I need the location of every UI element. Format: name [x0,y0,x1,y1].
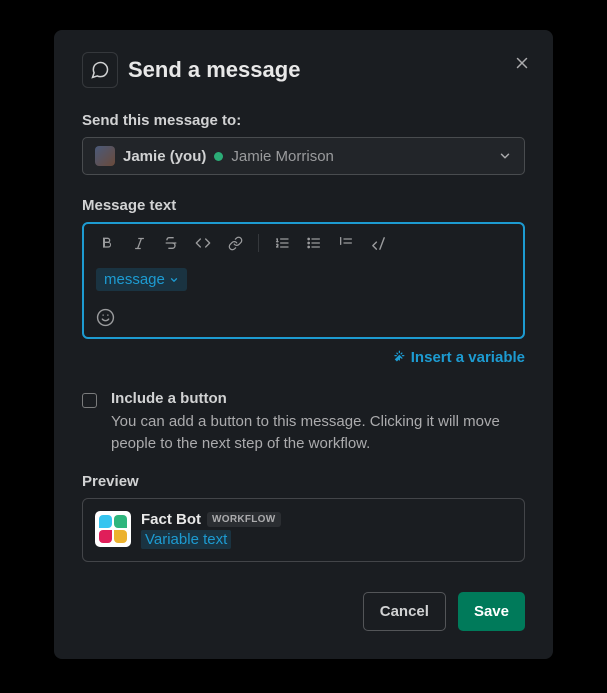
strikethrough-button[interactable] [156,228,186,258]
ordered-list-button[interactable] [267,228,297,258]
message-editor: message [82,222,525,339]
bot-avatar-icon [95,511,131,547]
italic-button[interactable] [124,228,154,258]
variable-chip-label: message [104,271,165,288]
chevron-down-icon [169,275,179,285]
emoji-button[interactable] [96,308,511,327]
recipient-display-name: Jamie (you) [123,148,206,165]
workflow-badge: WORKFLOW [207,512,281,527]
code-block-button[interactable] [363,228,393,258]
recipient-selector[interactable]: Jamie (you) Jamie Morrison [82,137,525,175]
bullet-list-button[interactable] [299,228,329,258]
preview-variable-text: Variable text [141,530,231,549]
footer-buttons: Cancel Save [82,592,525,631]
chevron-down-icon [498,149,512,163]
presence-active-icon [214,152,223,161]
variable-chip[interactable]: message [96,268,187,291]
message-text-label: Message text [82,197,525,214]
cancel-button[interactable]: Cancel [363,592,446,631]
close-button[interactable] [513,54,531,72]
code-button[interactable] [188,228,218,258]
include-button-checkbox[interactable] [82,393,97,408]
bot-name: Fact Bot [141,511,201,528]
save-button[interactable]: Save [458,592,525,631]
include-button-option: Include a button You can add a button to… [82,390,525,455]
recipient-full-name: Jamie Morrison [231,148,334,165]
include-button-label: Include a button [111,390,227,407]
modal-title: Send a message [128,57,300,83]
blockquote-button[interactable] [331,228,361,258]
user-avatar-icon [95,146,115,166]
bold-button[interactable] [92,228,122,258]
modal-header: Send a message [82,52,525,88]
toolbar-divider [258,234,259,252]
magic-wand-icon [390,350,405,365]
insert-variable-link[interactable]: Insert a variable [390,349,525,366]
editor-toolbar [84,224,523,262]
message-bubble-icon [82,52,118,88]
link-button[interactable] [220,228,250,258]
preview-panel: Fact Bot WORKFLOW Variable text [82,498,525,562]
insert-variable-row: Insert a variable [82,349,525,370]
include-button-description: You can add a button to this message. Cl… [111,411,525,455]
insert-variable-label: Insert a variable [411,349,525,366]
editor-content-area[interactable]: message [84,262,523,302]
editor-footer [84,302,523,337]
send-message-modal: Send a message Send this message to: Jam… [54,30,553,659]
recipient-label: Send this message to: [82,112,525,129]
preview-label: Preview [82,473,525,490]
